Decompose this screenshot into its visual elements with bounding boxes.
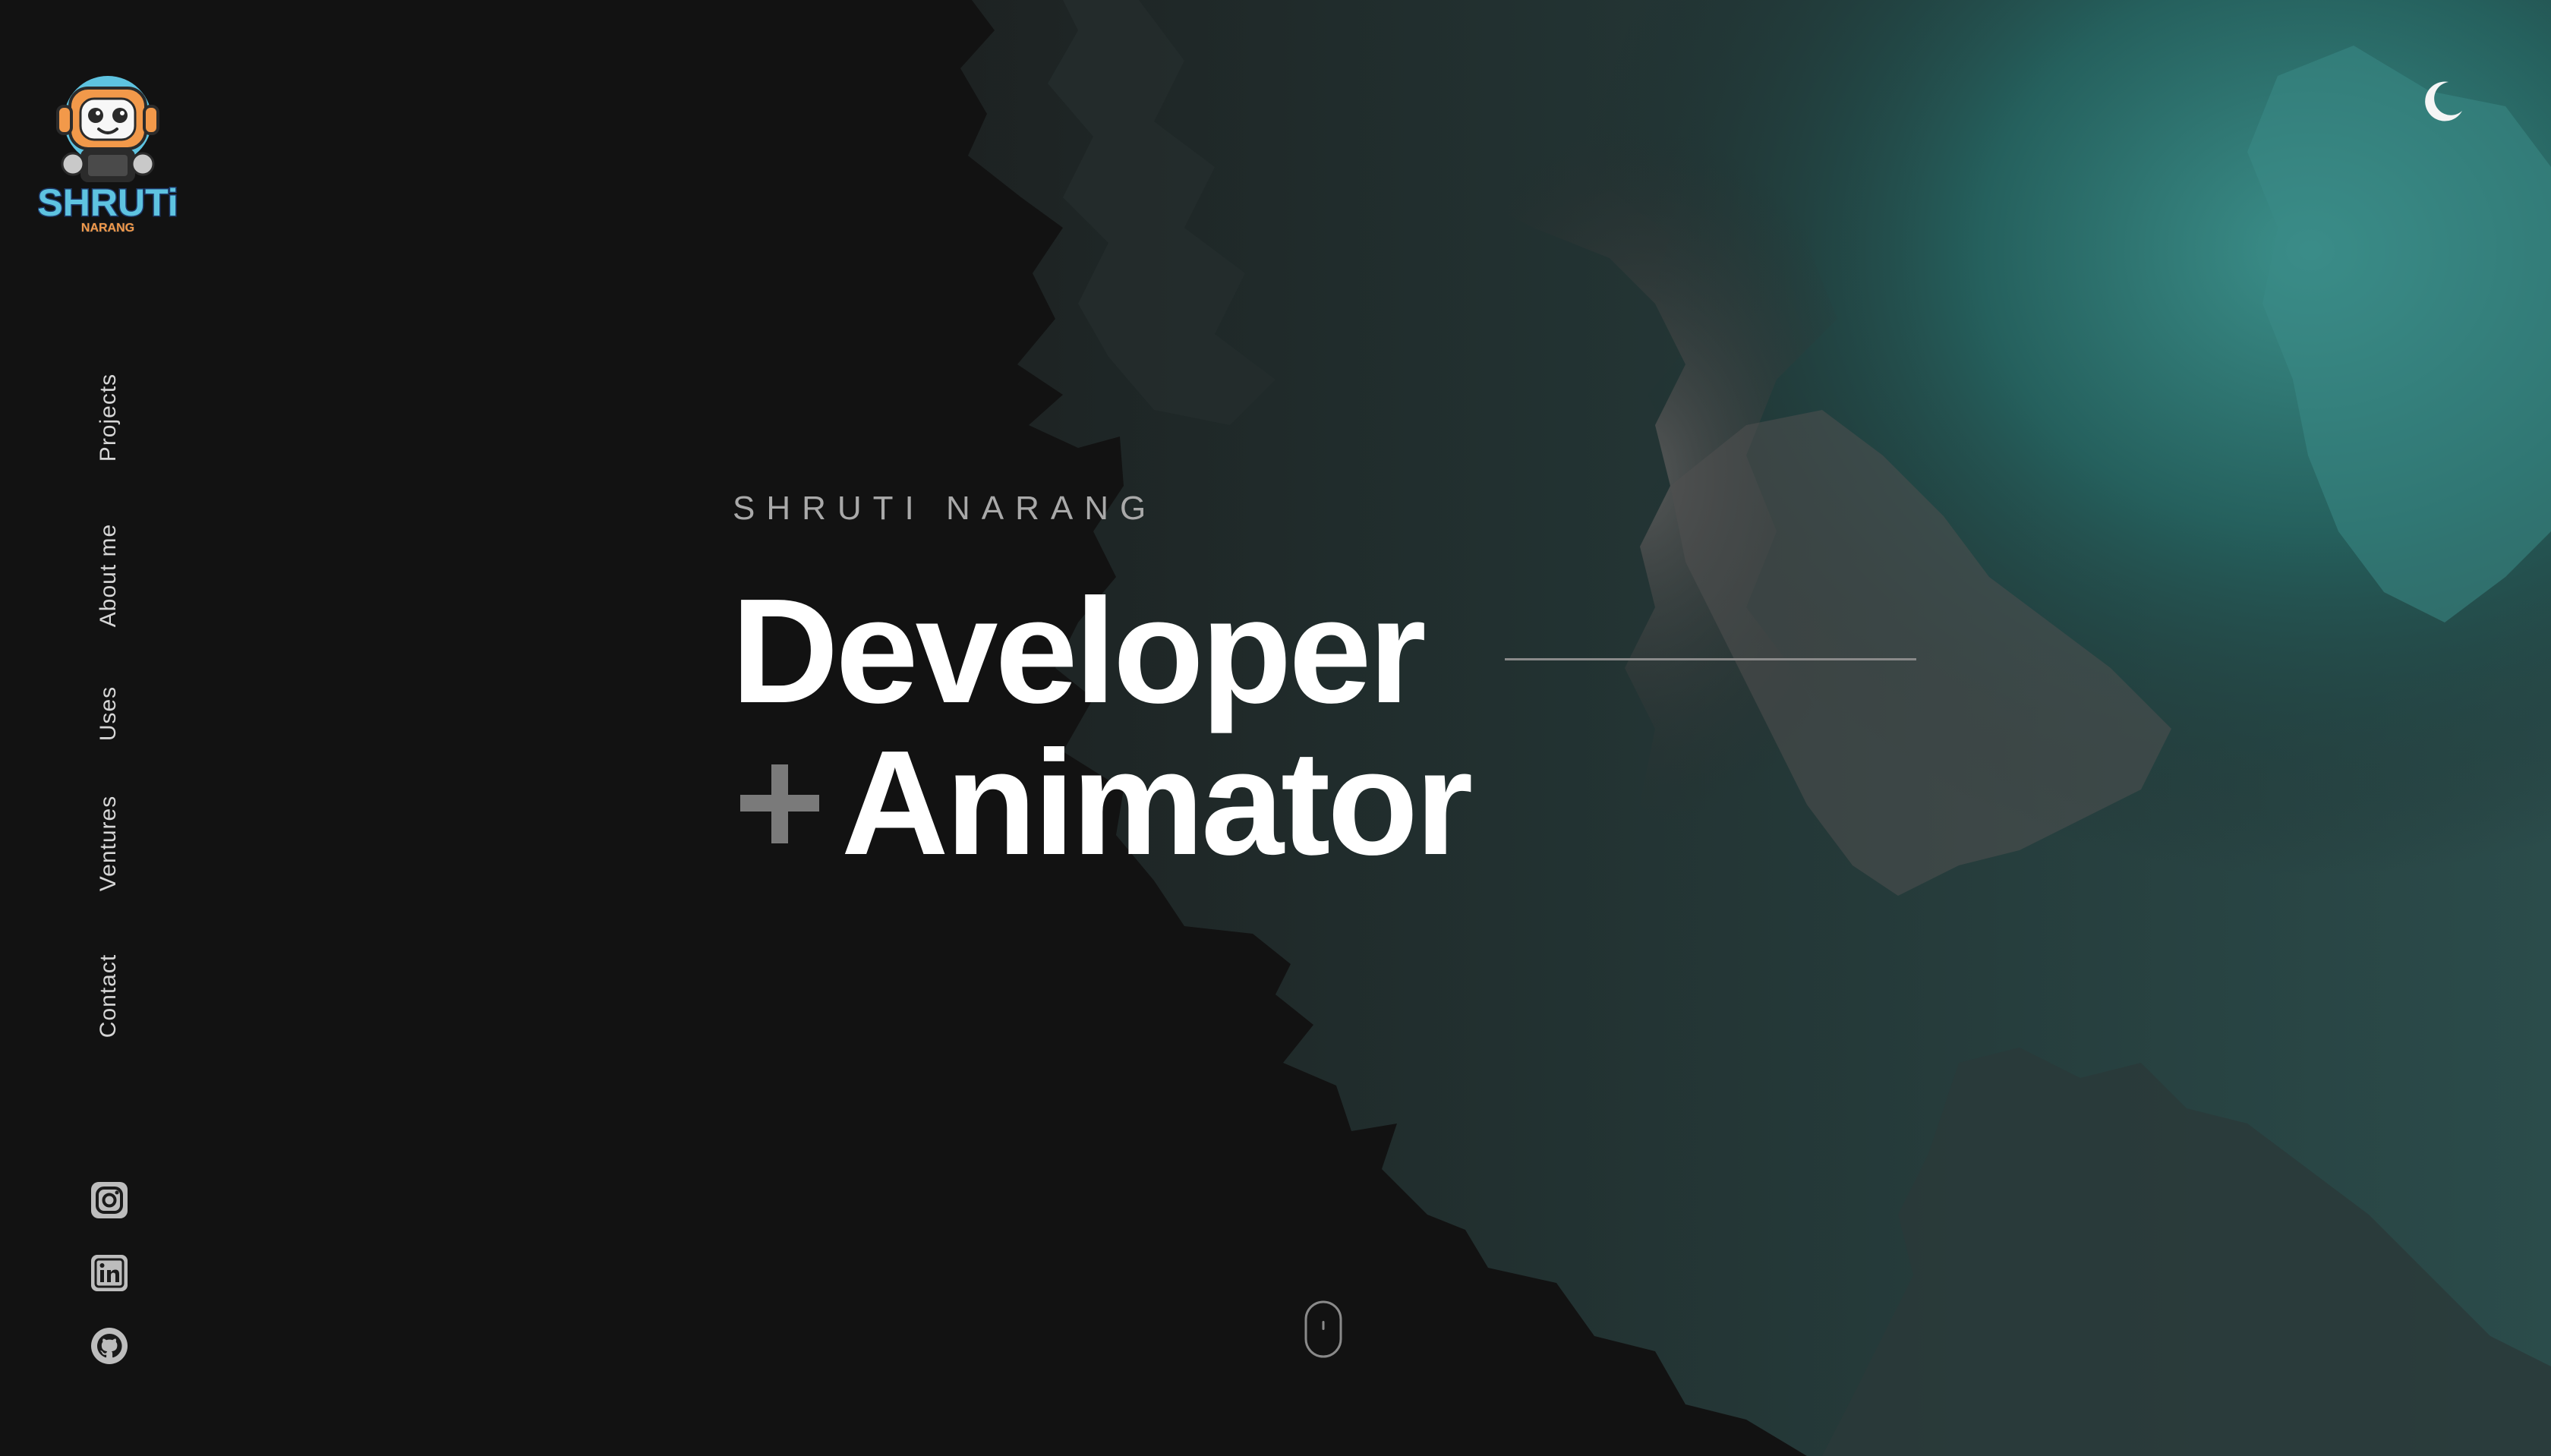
scroll-down-indicator[interactable] xyxy=(1304,1300,1343,1359)
theme-toggle-button[interactable] xyxy=(2418,76,2467,124)
github-icon xyxy=(91,1328,128,1364)
hero-title-animator: Animator xyxy=(841,720,1473,886)
nav-item-contact[interactable]: Contact xyxy=(96,954,121,1038)
linkedin-icon xyxy=(91,1255,128,1291)
nav-item-projects[interactable]: Projects xyxy=(96,373,121,462)
side-navigation: Projects About me Uses Ventures Contact xyxy=(0,0,220,1456)
hero-divider-line xyxy=(1505,658,1916,660)
plus-icon xyxy=(740,764,819,843)
nav-item-uses[interactable]: Uses xyxy=(96,686,121,741)
github-link[interactable] xyxy=(90,1327,128,1365)
mouse-scroll-icon xyxy=(1304,1300,1342,1358)
nav-item-ventures[interactable]: Ventures xyxy=(96,796,121,891)
instagram-link[interactable] xyxy=(90,1181,128,1219)
hero-page: SHRUTi NARANG Projects About me Uses Ven… xyxy=(0,0,2551,1456)
moon-icon xyxy=(2425,81,2462,121)
hero-title-developer: Developer xyxy=(731,568,1427,734)
hero-eyebrow-name: SHRUTI NARANG xyxy=(733,490,1158,527)
nav-item-about-me[interactable]: About me xyxy=(96,524,121,627)
linkedin-link[interactable] xyxy=(90,1254,128,1292)
instagram-icon xyxy=(91,1182,128,1218)
